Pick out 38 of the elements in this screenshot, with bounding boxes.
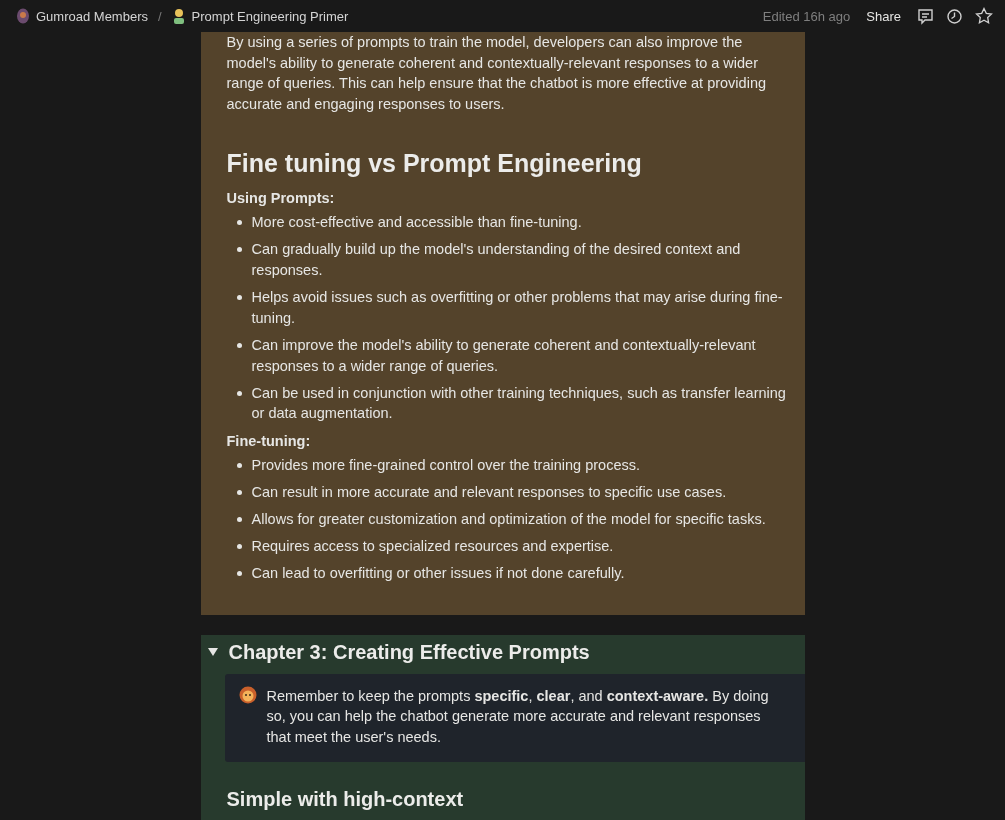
list-item-text: Can improve the model's ability to generate coherent and contextually-relevant responses to a wider range of queries. — [251, 335, 757, 376]
bullet-icon — [236, 517, 242, 523]
list-title: Fine-tuning: — [226, 431, 312, 451]
comment-icon[interactable] — [917, 7, 934, 25]
list-item-text: Helps avoid issues such as overfitting or other problems that may arise during fine-tuning. — [251, 287, 784, 328]
toggle-heading: Chapter 3: Creating Effective Prompts — [228, 640, 590, 664]
bullet-icon — [236, 489, 242, 495]
list-item-text: Provides more fine-grained control over the training process. — [251, 455, 640, 475]
bullet-icon — [236, 219, 242, 225]
lion-face-icon — [238, 685, 257, 704]
bullet-icon — [236, 462, 242, 468]
clock-icon[interactable] — [946, 7, 963, 25]
bullet-icon — [236, 544, 242, 550]
bullet-icon — [236, 571, 242, 577]
breadcrumb-separator: / — [158, 8, 162, 24]
list-item-text: More cost-effective and accessible than fine-tuning. — [251, 212, 582, 232]
section-heading: Fine tuning vs Prompt Engineering — [226, 148, 643, 178]
subheading: Simple with high-context — [226, 787, 805, 820]
breadcrumb-link[interactable]: Prompt Engineering Primer — [167, 6, 353, 26]
list-item-text: Allows for greater customization and optimization of the model for specific tasks. — [251, 510, 766, 530]
list-item-text: Can lead to overfitting or other issues if not done carefully. — [251, 564, 625, 584]
workspace-avatar-icon — [16, 8, 30, 24]
list-title: Using Prompts: — [226, 188, 336, 208]
bullet-icon — [236, 294, 242, 300]
share-button[interactable]: Share — [862, 6, 905, 26]
list-item-text: Can result in more accurate and relevant responses to specific use cases. — [251, 482, 727, 502]
callout-text: Remember to keep the prompts specific, clear, and context-aware. By doing so, you can help the chatbot generate more accurate and relevant responses that meet the user's needs. — [266, 686, 770, 748]
paragraph: By using a series of prompts to train the model, developers can also improve the model's ability to generate coherent and contextually-relevant responses to a wider range of queries. This can help ensure that the chatbot is more effective at providing accurate and engaging responses to users. — [226, 33, 767, 115]
list-item-text: Requires access to specialized resources and expertise. — [251, 537, 614, 557]
person-icon — [171, 8, 186, 24]
star-icon[interactable] — [975, 7, 993, 25]
bullet-icon — [236, 342, 242, 348]
bullet-icon — [236, 390, 242, 396]
bullet-icon — [236, 247, 242, 252]
list-item-text: Can gradually build up the model's understanding of the desired context and responses. — [251, 240, 742, 280]
list-item-text: Can be used in conjunction with other training techniques, such as transfer learning or data augmentation. — [251, 383, 787, 424]
edited-timestamp: Edited 16h ago — [762, 8, 851, 24]
breadcrumb-link[interactable]: Gumroad Members — [12, 6, 152, 26]
